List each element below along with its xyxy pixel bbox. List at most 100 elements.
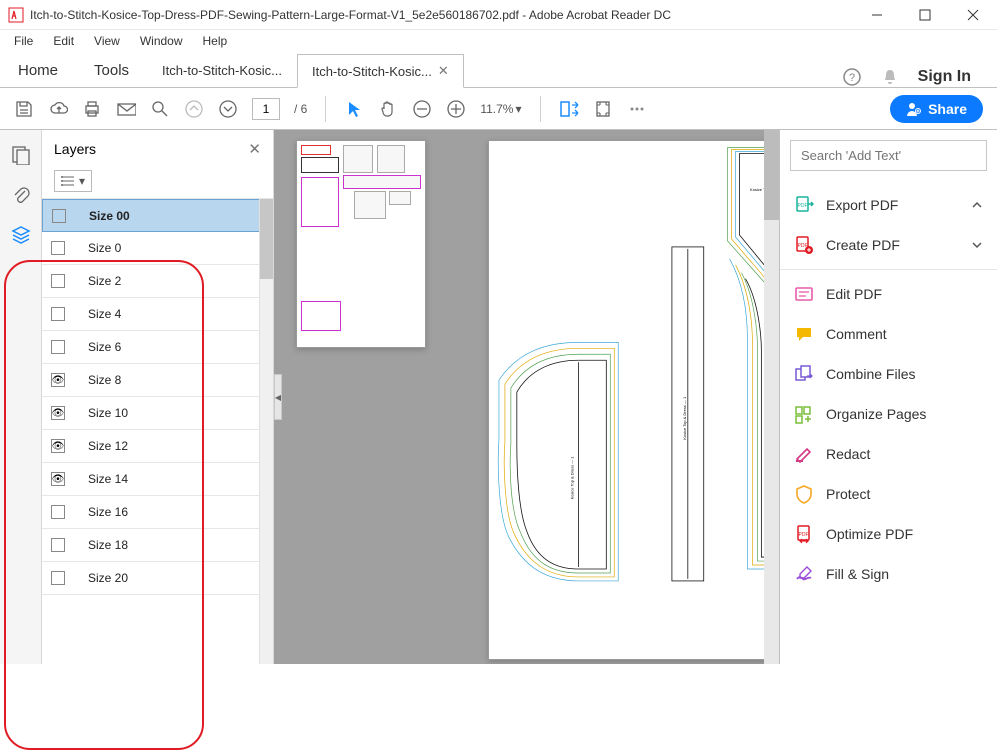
hand-pan-icon[interactable] xyxy=(378,99,398,119)
create-pdf-tool[interactable]: PDF Create PDF xyxy=(780,225,997,270)
collapse-left-handle[interactable]: ◀ xyxy=(274,374,282,420)
window-close-button[interactable] xyxy=(957,3,989,27)
comment-tool[interactable]: Comment xyxy=(780,314,997,354)
zoom-in-icon[interactable] xyxy=(446,99,466,119)
layer-visibility-toggle[interactable] xyxy=(42,571,74,585)
home-tab[interactable]: Home xyxy=(0,54,76,87)
layer-row[interactable]: Size 18 xyxy=(42,529,273,562)
combine-files-label: Combine Files xyxy=(826,366,915,382)
cloud-upload-icon[interactable] xyxy=(48,99,68,119)
window-maximize-button[interactable] xyxy=(909,3,941,27)
chevron-down-icon: ▾ xyxy=(515,102,521,116)
menu-view[interactable]: View xyxy=(84,32,130,50)
menu-edit[interactable]: Edit xyxy=(43,32,84,50)
combine-files-tool[interactable]: Combine Files xyxy=(780,354,997,394)
layer-row[interactable]: Size 10 xyxy=(42,397,273,430)
layer-visibility-toggle[interactable] xyxy=(42,373,74,387)
svg-text:Kosice Top & Dress — 1: Kosice Top & Dress — 1 xyxy=(682,396,687,440)
layers-panel-close-icon[interactable]: ✕ xyxy=(248,140,261,158)
create-pdf-label: Create PDF xyxy=(826,237,900,253)
chevron-down-icon xyxy=(971,239,983,251)
layer-row[interactable]: Size 4 xyxy=(42,298,273,331)
mail-icon[interactable] xyxy=(116,99,136,119)
sign-in-button[interactable]: Sign In xyxy=(918,68,971,86)
fit-page-icon[interactable] xyxy=(593,99,613,119)
select-arrow-icon[interactable] xyxy=(344,99,364,119)
redact-icon xyxy=(794,444,814,464)
zoom-out-icon[interactable] xyxy=(412,99,432,119)
layer-row[interactable]: Size 16 xyxy=(42,496,273,529)
fill-sign-label: Fill & Sign xyxy=(826,566,889,582)
tools-tab[interactable]: Tools xyxy=(76,54,147,87)
layer-visibility-toggle[interactable] xyxy=(42,439,74,453)
toolbar-separator xyxy=(540,96,541,122)
layer-row[interactable]: Size 20 xyxy=(42,562,273,595)
window-minimize-button[interactable] xyxy=(861,3,893,27)
attachments-rail-icon[interactable] xyxy=(10,184,32,206)
svg-text:Kosice Top & Dress — 1: Kosice Top & Dress — 1 xyxy=(569,456,574,500)
layer-visibility-toggle[interactable] xyxy=(42,241,74,255)
left-sidebar-rail xyxy=(0,130,42,664)
redact-tool[interactable]: Redact xyxy=(780,434,997,474)
notifications-icon[interactable] xyxy=(880,67,900,87)
layer-visibility-toggle[interactable] xyxy=(43,209,75,223)
save-icon[interactable] xyxy=(14,99,34,119)
more-tools-icon[interactable] xyxy=(627,99,647,119)
document-tab-1[interactable]: Itch-to-Stitch-Kosic... xyxy=(147,54,297,87)
document-page-1 xyxy=(296,140,426,348)
layer-visibility-toggle[interactable] xyxy=(42,406,74,420)
zoom-dropdown[interactable]: 11.7% ▾ xyxy=(480,102,521,116)
thumbnails-rail-icon[interactable] xyxy=(10,144,32,166)
page-number-input[interactable] xyxy=(252,98,280,120)
top-tabbar: Home Tools Itch-to-Stitch-Kosic... Itch-… xyxy=(0,52,997,88)
document-tab-2-close-icon[interactable]: ✕ xyxy=(438,63,449,79)
layer-row[interactable]: Size 14 xyxy=(42,463,273,496)
layer-visibility-toggle[interactable] xyxy=(42,307,74,321)
layer-row[interactable]: Size 0 xyxy=(42,232,273,265)
layer-name-label: Size 20 xyxy=(78,571,128,585)
page-down-icon[interactable] xyxy=(218,99,238,119)
layer-row[interactable]: Size 8 xyxy=(42,364,273,397)
menu-help[interactable]: Help xyxy=(193,32,238,50)
layer-visibility-toggle[interactable] xyxy=(42,472,74,486)
layer-row[interactable]: Size 12 xyxy=(42,430,273,463)
list-icon xyxy=(61,175,75,187)
edit-pdf-label: Edit PDF xyxy=(826,286,882,302)
layer-visibility-toggle[interactable] xyxy=(42,340,74,354)
share-user-icon xyxy=(906,101,922,117)
help-icon[interactable]: ? xyxy=(842,67,862,87)
document-tab-2[interactable]: Itch-to-Stitch-Kosic... ✕ xyxy=(297,54,464,88)
layers-rail-icon[interactable] xyxy=(10,224,32,246)
document-scrollbar[interactable] xyxy=(764,130,779,664)
print-icon[interactable] xyxy=(82,99,102,119)
layer-visibility-toggle[interactable] xyxy=(42,505,74,519)
page-up-icon[interactable] xyxy=(184,99,204,119)
edit-pdf-tool[interactable]: Edit PDF xyxy=(780,274,997,314)
protect-tool[interactable]: Protect xyxy=(780,474,997,514)
document-tab-1-label: Itch-to-Stitch-Kosic... xyxy=(162,63,282,78)
layer-row[interactable]: Size 00 xyxy=(42,199,273,232)
comment-icon xyxy=(794,324,814,344)
share-label: Share xyxy=(928,101,967,117)
chevron-down-icon: ▾ xyxy=(79,174,85,188)
layer-row[interactable]: Size 6 xyxy=(42,331,273,364)
layer-name-label: Size 0 xyxy=(78,241,121,255)
export-pdf-tool[interactable]: PDF Export PDF xyxy=(780,185,997,225)
share-button[interactable]: Share xyxy=(890,95,983,123)
layer-scrollbar[interactable] xyxy=(259,199,273,664)
optimize-pdf-tool[interactable]: PDF Optimize PDF xyxy=(780,514,997,554)
redact-label: Redact xyxy=(826,446,870,462)
menu-file[interactable]: File xyxy=(4,32,43,50)
find-icon[interactable] xyxy=(150,99,170,119)
comment-label: Comment xyxy=(826,326,887,342)
organize-pages-tool[interactable]: Organize Pages xyxy=(780,394,997,434)
layers-options-dropdown[interactable]: ▾ xyxy=(54,170,92,192)
document-area[interactable]: ◀ ▶ Kosice Top & xyxy=(274,130,779,664)
layer-row[interactable]: Size 2 xyxy=(42,265,273,298)
layer-visibility-toggle[interactable] xyxy=(42,538,74,552)
tools-search-input[interactable] xyxy=(790,140,987,171)
menu-window[interactable]: Window xyxy=(130,32,193,50)
layer-visibility-toggle[interactable] xyxy=(42,274,74,288)
fill-sign-tool[interactable]: Fill & Sign xyxy=(780,554,997,594)
fit-width-icon[interactable] xyxy=(559,99,579,119)
